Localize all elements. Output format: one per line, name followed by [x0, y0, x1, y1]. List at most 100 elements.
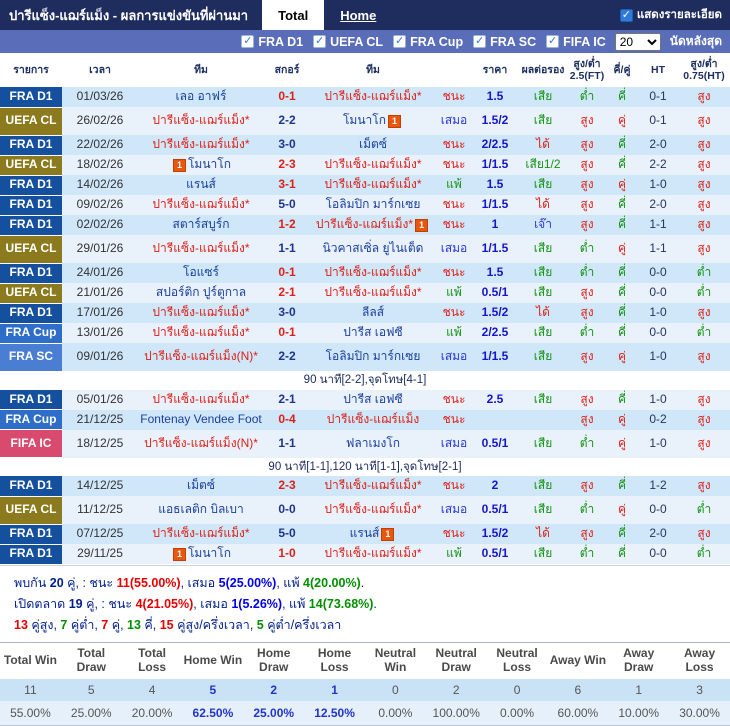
summary-segment: , แพ้ — [282, 596, 309, 611]
half-time-score: 0-0 — [638, 323, 678, 343]
match-row: FRA D1 02/02/26 สตาร์สบูร์ก 1-2 ปารีแซ็ง-แฌร… — [0, 215, 730, 236]
league-filter-fifa-ic[interactable]: ✓ FIFA IC — [546, 35, 606, 49]
over-under-ft: สูง — [568, 476, 606, 496]
over-under-ft: สูง — [568, 175, 606, 195]
away-team-name: ปารีแซ็ง-แฌร์แม็ง* — [310, 476, 436, 496]
over-under-ht: สูง — [678, 135, 730, 155]
match-date: 29/01/26 — [62, 235, 138, 263]
summary-line: เปิดตลาด 19 คู่, : ชนะ 4(21.05%), เสมอ 1… — [14, 594, 730, 615]
over-under-ht: สูง — [678, 107, 730, 135]
match-row: UEFA CL 29/01/26 ปารีแซ็ง-แฌร์แม็ง* 1-1 นิวค… — [0, 235, 730, 264]
stats-count-value: 0 — [364, 678, 426, 701]
show-details-toggle[interactable]: ✓ แสดงรายละเอียด — [619, 0, 730, 30]
handicap-result: เจ๊า — [518, 215, 568, 235]
match-date: 29/11/25 — [62, 544, 138, 564]
half-time-score: 1-1 — [638, 235, 678, 263]
handicap-result: เสีย — [518, 263, 568, 283]
summary-segment: 5(25.00%) — [218, 575, 277, 590]
summary-segment: 1(5.26%) — [231, 596, 283, 611]
match-row: UEFA CL 11/12/25 แอธเลติก บิลเบา 0-0 ปารีแซ็… — [0, 496, 730, 525]
over-under-ht: สูง — [678, 409, 730, 430]
summary-segment: . — [360, 575, 365, 590]
stats-percent-value: 20.00% — [121, 700, 183, 726]
match-date: 14/02/26 — [62, 175, 138, 195]
summary-segment: 14(73.68%) — [308, 596, 374, 611]
tab-home[interactable]: Home — [324, 0, 392, 30]
show-details-checkbox-icon[interactable]: ✓ — [619, 8, 633, 22]
handicap-result: ได้ — [518, 303, 568, 323]
column-header — [436, 53, 472, 87]
league-filter-fra-cup[interactable]: ✓ FRA Cup — [393, 35, 463, 49]
league-badge: FRA D1 — [0, 215, 62, 236]
match-result: ชนะ — [436, 135, 472, 155]
away-team-name: โอลิมปิก มาร์กเซย — [310, 195, 436, 215]
match-row: FRA D1 07/12/25 ปารีแซ็ง-แฌร์แม็ง* 5-0 แรนส์… — [0, 524, 730, 545]
checkbox-checked-icon[interactable]: ✓ — [393, 35, 407, 48]
checkbox-checked-icon[interactable]: ✓ — [313, 35, 327, 48]
handicap-result: เสีย — [518, 389, 568, 410]
league-filter-fra-d1[interactable]: ✓ FRA D1 — [241, 35, 303, 49]
over-under-ft: สูง — [568, 389, 606, 410]
summary-segment: 11(55.00%) — [116, 575, 181, 590]
match-note-row: 90 นาที[2-2],จุดโทษ[4-1] — [0, 371, 730, 390]
match-note: 90 นาที[1-1],120 นาที[1-1],จุดโทษ[2-1] — [0, 457, 730, 476]
stats-count-value: 2 — [425, 678, 487, 701]
half-time-score: 0-0 — [638, 496, 678, 524]
checkbox-checked-icon[interactable]: ✓ — [241, 35, 255, 48]
home-team-name: แอธเลติก บิลเบา — [138, 496, 264, 524]
handicap-odds: 1/1.5 — [472, 235, 518, 263]
league-filter-uefa-cl[interactable]: ✓ UEFA CL — [313, 35, 383, 49]
handicap-result: ได้ — [518, 195, 568, 215]
over-under-ht: สูง — [678, 524, 730, 544]
handicap-odds: 1 — [472, 215, 518, 235]
league-badge: FRA SC — [0, 343, 62, 372]
checkbox-checked-icon[interactable]: ✓ — [473, 35, 487, 48]
league-badge: FRA D1 — [0, 389, 62, 410]
stats-percent-value: 100.00% — [425, 700, 487, 726]
tab-total[interactable]: Total — [262, 0, 325, 30]
league-filter-label: FRA D1 — [258, 34, 304, 49]
match-result: แพ้ — [436, 544, 472, 564]
stats-count-value: 11 — [0, 678, 61, 701]
home-team-name: ปารีแซ็ง-แฌร์แม็ง* — [138, 107, 264, 135]
handicap-result: ได้ — [518, 524, 568, 544]
match-row: FRA D1 05/01/26 ปารีแซ็ง-แฌร์แม็ง* 2-1 ปารีส… — [0, 389, 730, 410]
match-result: เสมอ — [436, 235, 472, 263]
handicap-result: เสีย — [518, 323, 568, 343]
stats-percents-row: 55.00% 25.00% 20.00% 62.50% 25.00% 12.50% 0.00… — [0, 700, 730, 726]
match-row: FRA D1 22/02/26 ปารีแซ็ง-แฌร์แม็ง* 3-0 เม็ตซ… — [0, 135, 730, 156]
column-header: ราคา — [472, 53, 518, 87]
summary-segment: . — [373, 596, 377, 611]
full-time-score: 0-1 — [264, 87, 310, 107]
home-team-name: ปารีแซ็ง-แฌร์แม็ง* — [138, 323, 264, 343]
full-time-score: 3-0 — [264, 303, 310, 323]
summary-segment: , แพ้ — [276, 575, 304, 590]
summary-segment: คู่สูง, — [27, 617, 61, 632]
match-count-select[interactable]: 20 — [614, 32, 661, 51]
over-under-ft: สูง — [568, 155, 606, 175]
stats-column-header: Home Draw — [243, 642, 305, 679]
league-badge: FRA D1 — [0, 476, 62, 497]
checkbox-checked-icon[interactable]: ✓ — [546, 35, 560, 48]
match-date: 02/02/26 — [62, 215, 138, 235]
league-badge: FIFA IC — [0, 429, 62, 458]
over-under-ft: สูง — [568, 343, 606, 371]
handicap-result: เสีย — [518, 283, 568, 303]
odd-even: คี่ — [606, 195, 638, 215]
summary-segment: เปิดตลาด — [14, 596, 69, 611]
league-badge: UEFA CL — [0, 496, 62, 525]
away-team-name: ปารีแซ็ง-แฌร์แม็ง* — [310, 496, 436, 524]
handicap-result: เสีย1/2 — [518, 155, 568, 175]
match-row: UEFA CL 18/02/26 1 โมนาโก 2-3 ปารีแซ็ง-แฌร์แม… — [0, 155, 730, 176]
home-team-name: Fontenay Vendee Foot — [138, 409, 264, 430]
stats-header-row: Total Win Total Draw Total Loss Home Win Hom… — [0, 642, 730, 679]
league-filter-fra-sc[interactable]: ✓ FRA SC — [473, 35, 536, 49]
full-time-score: 5-0 — [264, 195, 310, 215]
home-team-name: ปารีแซ็ง-แฌร์แม็ง(N)* — [138, 343, 264, 371]
home-team-name: สตาร์สบูร์ก — [138, 215, 264, 235]
home-team-name: โอแซร์ — [138, 263, 264, 283]
odd-even: คู่ — [606, 496, 638, 524]
full-time-score: 0-1 — [264, 263, 310, 283]
summary-segment: 4(20.00%) — [303, 575, 361, 590]
league-badge: FRA D1 — [0, 524, 62, 545]
